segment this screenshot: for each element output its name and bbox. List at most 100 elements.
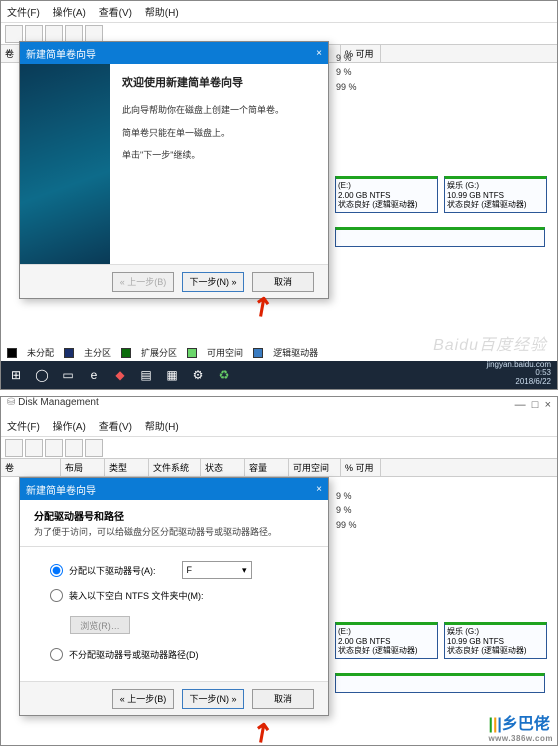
window-controls: — □ × <box>515 399 551 411</box>
browse-button: 浏览(R)… <box>70 616 130 634</box>
pct-value: 99 % <box>336 80 357 94</box>
taskview-icon[interactable]: ▭ <box>57 364 79 386</box>
volume-table-header: 卷 布局 类型 文件系统 状态 容量 可用空间 % 可用 <box>1 459 557 477</box>
app-titlebar: ⛁ Disk Management <box>1 397 557 415</box>
app-title: Disk Management <box>18 397 99 408</box>
partition-status: 状态良好 (逻辑驱动器) <box>338 646 435 656</box>
radio-label: 分配以下驱动器号(A): <box>69 564 156 577</box>
wizard-close-icon[interactable]: × <box>316 484 322 495</box>
menu-view[interactable]: 查看(V) <box>99 422 132 433</box>
drive-letter-select[interactable]: F▾ <box>182 561 252 579</box>
drive-letter-value: F <box>187 565 193 575</box>
menu-view[interactable]: 查看(V) <box>99 8 132 19</box>
app-icon[interactable]: ▦ <box>161 364 183 386</box>
menu-file[interactable]: 文件(F) <box>7 8 40 19</box>
pct-value: 99 % <box>336 518 357 532</box>
legend-label: 主分区 <box>84 346 111 359</box>
app-icon[interactable]: ▤ <box>135 364 157 386</box>
partition-status: 状态良好 (逻辑驱动器) <box>447 200 544 210</box>
no-assign-radio[interactable] <box>50 648 63 661</box>
toolbar-btn[interactable] <box>65 439 83 457</box>
menubar: 文件(F) 操作(A) 查看(V) 帮助(H) <box>1 415 557 437</box>
col-volume[interactable]: 卷 <box>1 459 61 476</box>
toolbar-btn[interactable] <box>45 25 63 43</box>
toolbar-btn[interactable] <box>5 439 23 457</box>
close-icon[interactable]: × <box>545 399 551 411</box>
wizard-sidebar-image <box>20 64 110 264</box>
app-icon[interactable]: ⚙ <box>187 364 209 386</box>
maximize-icon[interactable]: □ <box>532 399 539 411</box>
partition-e[interactable]: (E:) 2.00 GB NTFS 状态良好 (逻辑驱动器) <box>335 622 438 659</box>
new-simple-volume-wizard: 新建简单卷向导 × 欢迎使用新建简单卷向导 此向导帮助你在磁盘上创建一个简单卷。… <box>19 41 329 299</box>
next-button[interactable]: 下一步(N) » <box>182 689 244 709</box>
partition-name: 娱乐 (G:) <box>447 627 544 637</box>
pct-value: 9 % <box>336 65 357 79</box>
menu-action[interactable]: 操作(A) <box>53 422 86 433</box>
col-status[interactable]: 状态 <box>201 459 245 476</box>
partition-e[interactable]: (E:) 2.00 GB NTFS 状态良好 (逻辑驱动器) <box>335 176 438 213</box>
wizard-button-row: « 上一步(B) 下一步(N) » 取消 <box>20 264 328 298</box>
legend: 未分配 主分区 扩展分区 可用空间 逻辑驱动器 <box>7 346 318 359</box>
edge-icon[interactable]: e <box>83 364 105 386</box>
toolbar-btn[interactable] <box>85 439 103 457</box>
partition-status: 状态良好 (逻辑驱动器) <box>338 200 435 210</box>
back-button: « 上一步(B) <box>112 272 174 292</box>
start-icon[interactable]: ⊞ <box>5 364 27 386</box>
toolbar-btn[interactable] <box>5 25 23 43</box>
wizard-button-row: « 上一步(B) 下一步(N) » 取消 <box>20 681 328 715</box>
wizard-close-icon[interactable]: × <box>316 48 322 59</box>
minimize-icon[interactable]: — <box>515 399 526 411</box>
partition-row[interactable] <box>335 227 545 247</box>
new-simple-volume-wizard: 新建简单卷向导 × 分配驱动器号和路径 为了便于访问，可以给磁盘分区分配驱动器号… <box>19 477 329 716</box>
partition-name: (E:) <box>338 181 435 191</box>
wizard-titlebar: 新建简单卷向导 × <box>20 42 328 64</box>
cancel-button[interactable]: 取消 <box>252 272 314 292</box>
assign-drive-letter-radio[interactable] <box>50 564 63 577</box>
pct-value: 9 % <box>336 51 357 65</box>
partition-g[interactable]: 娱乐 (G:) 10.99 GB NTFS 状态良好 (逻辑驱动器) <box>444 176 547 213</box>
toolbar-btn[interactable] <box>85 25 103 43</box>
col-layout[interactable]: 布局 <box>61 459 105 476</box>
taskbar-clock[interactable]: jingyan.baidu.com 0:53 2018/6/22 <box>487 361 551 387</box>
toolbar-btn[interactable] <box>25 439 43 457</box>
menu-help[interactable]: 帮助(H) <box>145 8 179 19</box>
clock-time: 0:53 <box>535 368 551 377</box>
legend-label: 未分配 <box>27 346 54 359</box>
partition-size: 10.99 GB NTFS <box>447 637 544 647</box>
menu-help[interactable]: 帮助(H) <box>145 422 179 433</box>
wizard-step-subtitle: 为了便于访问，可以给磁盘分区分配驱动器号或驱动器路径。 <box>34 525 314 538</box>
wizard-step-title: 分配驱动器号和路径 <box>34 508 314 523</box>
wizard-text: 简单卷只能在单一磁盘上。 <box>122 127 316 140</box>
cancel-button[interactable]: 取消 <box>252 689 314 709</box>
watermark: Baidu百度经验 <box>433 331 547 355</box>
logo-url: www.386w.com <box>488 734 553 743</box>
partition-row[interactable] <box>335 673 545 693</box>
toolbar <box>1 437 557 459</box>
annotation-arrow-icon: ↗ <box>244 714 280 752</box>
toolbar-btn[interactable] <box>65 25 83 43</box>
app-icon[interactable]: ♻ <box>213 364 235 386</box>
site-logo: |||乡巴佬 www.386w.com <box>488 710 553 743</box>
back-button[interactable]: « 上一步(B) <box>112 689 174 709</box>
clock-date: 2018/6/22 <box>487 378 551 387</box>
partition-g[interactable]: 娱乐 (G:) 10.99 GB NTFS 状态良好 (逻辑驱动器) <box>444 622 547 659</box>
toolbar-btn[interactable] <box>25 25 43 43</box>
next-button[interactable]: 下一步(N) » <box>182 272 244 292</box>
col-pct[interactable]: % 可用 <box>341 459 381 476</box>
legend-label: 可用空间 <box>207 346 243 359</box>
wizard-text: 此向导帮助你在磁盘上创建一个简单卷。 <box>122 104 316 117</box>
col-type[interactable]: 类型 <box>105 459 149 476</box>
wizard-text: 单击"下一步"继续。 <box>122 149 316 162</box>
menu-file[interactable]: 文件(F) <box>7 422 40 433</box>
col-fs[interactable]: 文件系统 <box>149 459 201 476</box>
col-free[interactable]: 可用空间 <box>289 459 341 476</box>
toolbar-btn[interactable] <box>45 439 63 457</box>
app-icon[interactable]: ◆ <box>109 364 131 386</box>
menu-action[interactable]: 操作(A) <box>53 8 86 19</box>
col-capacity[interactable]: 容量 <box>245 459 289 476</box>
mount-folder-radio[interactable] <box>50 589 63 602</box>
legend-swatch <box>121 348 131 358</box>
partition-name: 娱乐 (G:) <box>447 181 544 191</box>
cortana-icon[interactable]: ◯ <box>31 364 53 386</box>
partition-status: 状态良好 (逻辑驱动器) <box>447 646 544 656</box>
